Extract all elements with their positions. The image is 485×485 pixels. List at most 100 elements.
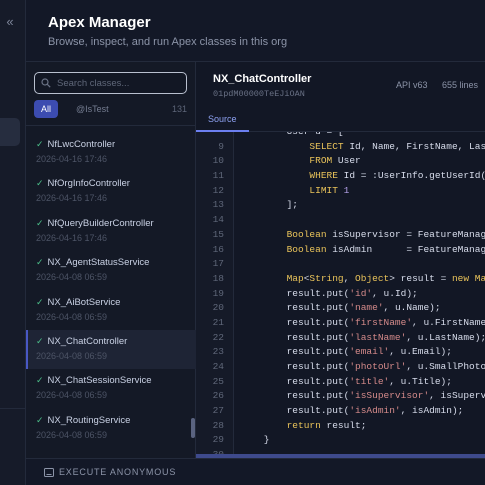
filter-all-button[interactable]: All <box>34 100 58 118</box>
code-text: Boolean isSupervisor = FeatureManagement <box>286 228 485 240</box>
list-scrollbar[interactable] <box>191 418 195 438</box>
line-number: 18 <box>212 272 224 284</box>
code-text: SELECT Id, Name, FirstName, LastName <box>309 140 485 152</box>
class-list: ✓ NfLwcController 2026-04-16 17:46 ✓ NfOrg… <box>26 133 196 448</box>
list-item[interactable]: ✓ NX_AiBotService 2026-04-08 06:59 <box>26 291 196 330</box>
line-number: 11 <box>212 170 224 182</box>
code-text: result.put('title', u.Title); <box>241 375 452 387</box>
class-list-pane: All @IsTest 131 ✓NfLwcController 2026-04… <box>26 62 196 458</box>
code-line: User u = [ <box>196 132 485 140</box>
filter-bar: All @IsTest 131 <box>34 100 187 118</box>
code-line: 24 result.put('photoUrl', u.SmallPhotoUr… <box>196 360 485 375</box>
collapse-sidebar-icon[interactable]: « <box>0 14 20 29</box>
api-version: API v63 <box>396 80 428 90</box>
code-line: 25 result.put('title', u.Title); <box>196 375 485 390</box>
code-text: Boolean isAdmin = FeatureManagement <box>286 243 485 255</box>
code-line: 28 return result; <box>196 419 485 434</box>
class-name: NfLwcController <box>47 139 116 150</box>
code-text: result.put('isAdmin', isAdmin); <box>241 405 464 417</box>
class-name: NX_RoutingService <box>47 414 131 426</box>
code-text: LIMIT 1 <box>309 184 350 196</box>
search-input[interactable] <box>57 77 177 89</box>
code-line: 10 FROM User <box>196 154 485 169</box>
code-line: 9 SELECT Id, Name, FirstName, LastName <box>196 140 485 155</box>
execute-anonymous-bar[interactable]: EXECUTE ANONYMOUS <box>26 458 485 485</box>
left-rail: « <box>0 0 26 485</box>
class-name: NX_AgentStatusService <box>47 257 150 269</box>
code-line: 20 result.put('name', u.Name); <box>196 301 485 316</box>
line-number: 13 <box>212 199 224 211</box>
class-date: 2026-04-16 17:46 <box>36 232 108 243</box>
list-item[interactable]: ✓ NfOrgInfoController 2026-04-16 17:46 <box>26 172 196 211</box>
class-date: 2026-04-08 06:59 <box>36 272 108 283</box>
code-line: 18 Map<String, Object> result = new Map <box>196 272 485 287</box>
class-name: NfQueryBuilderController <box>47 217 154 229</box>
page-title: Apex Manager <box>48 14 151 31</box>
check-icon: ✓ <box>36 257 44 268</box>
code-line: 14 <box>196 213 485 228</box>
rail-active-item[interactable] <box>0 118 20 146</box>
code-lines: User u = [9 SELECT Id, Name, FirstName, … <box>196 132 485 454</box>
code-line: 19 result.put('id', u.Id); <box>196 287 485 302</box>
check-icon: ✓ <box>36 296 44 307</box>
code-line: 16 Boolean isAdmin = FeatureManagement <box>196 243 485 258</box>
code-text: ]; <box>241 199 299 211</box>
code-text: } <box>241 434 270 446</box>
line-number: 26 <box>212 390 224 402</box>
list-item[interactable]: ✓ NX_ChatSessionService 2026-04-08 06:59 <box>26 369 196 408</box>
line-number: 20 <box>212 302 224 314</box>
list-divider <box>26 125 196 126</box>
line-number: 29 <box>212 434 224 446</box>
filter-istest-button[interactable]: @IsTest <box>76 100 109 118</box>
class-date: 2026-04-08 06:59 <box>36 311 108 322</box>
line-number: 14 <box>212 214 224 226</box>
code-line: 21 result.put('firstName', u.FirstName); <box>196 316 485 331</box>
terminal-icon <box>44 468 54 477</box>
check-icon: ✓ <box>36 414 44 425</box>
class-date: 2026-04-16 17:46 <box>36 193 108 204</box>
line-count: 655 lines <box>442 80 479 90</box>
line-number: 9 <box>218 140 224 152</box>
detail-tabs: Source <box>196 108 485 132</box>
class-name: NX_AiBotService <box>47 296 121 308</box>
check-icon: ✓ <box>36 178 44 189</box>
class-date: 2026-04-08 06:59 <box>36 350 108 361</box>
search-box[interactable] <box>34 72 187 94</box>
list-item[interactable]: ✓ NX_AgentStatusService 2026-04-08 06:59 <box>26 251 196 290</box>
line-number: 22 <box>212 331 224 343</box>
list-item[interactable]: ✓ NfQueryBuilderController 2026-04-16 17:… <box>26 212 196 251</box>
line-number: 28 <box>212 419 224 431</box>
line-number: 16 <box>212 243 224 255</box>
list-item[interactable]: ✓ NfLwcController 2026-04-16 17:46 <box>26 133 196 172</box>
code-text: result.put('lastName', u.LastName); <box>241 331 485 343</box>
list-item-selected[interactable]: ✓ NX_ChatController 2026-04-08 06:59 <box>26 329 196 370</box>
check-icon: ✓ <box>36 139 44 149</box>
check-icon: ✓ <box>36 217 44 228</box>
class-name: NfOrgInfoController <box>47 178 130 190</box>
code-line: 29 } <box>196 433 485 448</box>
code-line: 22 result.put('lastName', u.LastName); <box>196 331 485 346</box>
code-viewer[interactable]: User u = [9 SELECT Id, Name, FirstName, … <box>196 132 485 454</box>
class-count: 131 <box>171 104 187 114</box>
code-line: 27 result.put('isAdmin', isAdmin); <box>196 404 485 419</box>
code-line: 12 LIMIT 1 <box>196 184 485 199</box>
class-detail-pane: NX_ChatController 01pdM00000TeEJiOAN API… <box>196 62 485 458</box>
code-text: User u = [ <box>241 132 344 140</box>
class-date: 2026-04-08 06:59 <box>36 390 108 401</box>
code-text: result.put('isSupervisor', isSupervisor <box>241 390 485 402</box>
class-date: 2026-04-16 17:46 <box>36 154 108 164</box>
code-line: 17 <box>196 257 485 272</box>
code-text: result.put('email', u.Email); <box>241 346 452 358</box>
detail-class-name: NX_ChatController <box>213 73 312 85</box>
code-text: WHERE Id = :UserInfo.getUserId() <box>309 170 485 182</box>
line-number: 23 <box>212 346 224 358</box>
line-number: 10 <box>212 155 224 167</box>
tab-source[interactable]: Source <box>196 108 249 132</box>
code-line: 11 WHERE Id = :UserInfo.getUserId() <box>196 169 485 184</box>
list-item[interactable]: ✓ NX_RoutingService 2026-04-08 06:59 <box>26 409 196 448</box>
code-text: FROM User <box>309 155 361 167</box>
code-text: result.put('name', u.Name); <box>241 302 441 314</box>
page-header: Apex Manager Browse, inspect, and run Ap… <box>26 0 485 62</box>
line-number: 24 <box>212 361 224 372</box>
line-number: 21 <box>212 316 224 328</box>
